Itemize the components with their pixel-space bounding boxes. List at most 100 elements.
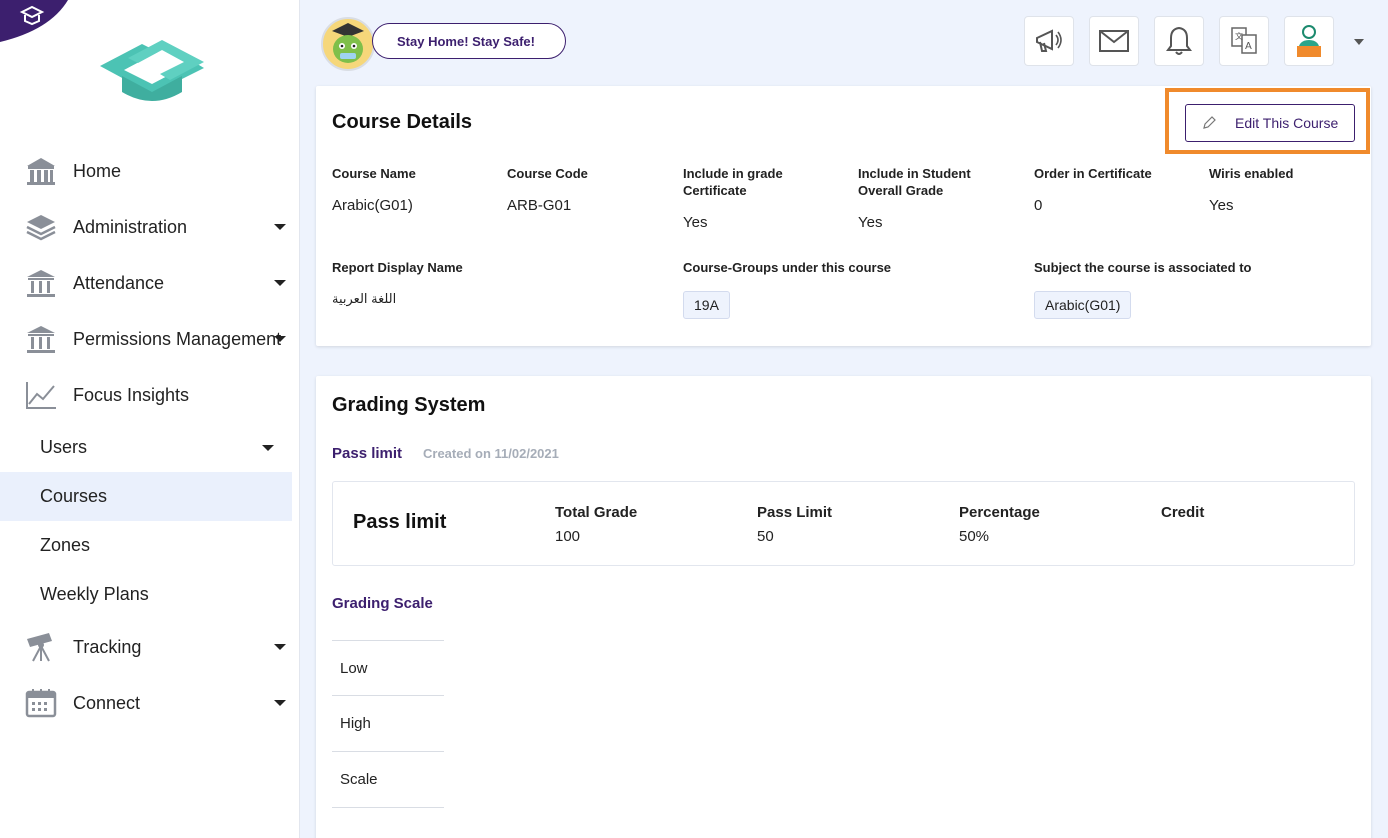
scale-row-low: Low: [332, 640, 444, 696]
caret-down-icon[interactable]: [274, 280, 286, 286]
chart-line-icon: [24, 378, 58, 412]
profile-button[interactable]: [1284, 16, 1334, 66]
scale-label: Low: [340, 660, 368, 677]
course-details-card: Course Details Edit This Course Course N…: [316, 86, 1371, 346]
course-code-label: Course Code: [507, 166, 588, 181]
translate-icon: A文: [1231, 27, 1257, 54]
nav-administration[interactable]: Administration: [0, 199, 292, 255]
nav-weekly-plans[interactable]: Weekly Plans: [0, 570, 292, 619]
percentage-value: 50%: [959, 528, 990, 545]
bank-icon: [24, 154, 58, 188]
nav-label: Permissions Management: [73, 328, 282, 349]
pencil-icon: [1203, 116, 1216, 129]
nav-label: Administration: [73, 216, 188, 237]
pass-limit-heading: Pass limit: [353, 511, 447, 533]
announcements-button[interactable]: [1024, 16, 1074, 66]
caret-down-icon[interactable]: [262, 445, 274, 451]
nav-focus-insights[interactable]: Focus Insights: [0, 367, 292, 423]
grading-system-title: Grading System: [332, 394, 486, 416]
calendar-icon: [24, 686, 58, 720]
course-name-label: Course Name: [332, 166, 416, 181]
pass-limit-label: Pass Limit: [757, 504, 833, 521]
profile-caret-icon[interactable]: [1354, 39, 1364, 45]
caret-down-icon[interactable]: [274, 336, 286, 342]
scale-label: Scale: [340, 771, 378, 788]
svg-text:A: A: [1245, 41, 1252, 52]
stay-safe-banner: Stay Home! Stay Safe!: [372, 23, 566, 59]
pass-limit-link[interactable]: Pass limit: [332, 445, 402, 462]
nav-zones[interactable]: Zones: [0, 521, 292, 570]
app-logo: [100, 40, 204, 101]
megaphone-icon: [1036, 29, 1062, 52]
course-details-title: Course Details: [332, 111, 473, 133]
edit-highlight: Edit This Course: [1165, 88, 1370, 154]
nav-label: Connect: [73, 692, 141, 713]
include-overall-label: Include in Student Overall Grade: [858, 166, 971, 198]
mascot-avatar: [321, 17, 375, 71]
course-name-value: Arabic(G01): [332, 197, 413, 214]
wiris-value: Yes: [1209, 197, 1234, 214]
language-button[interactable]: A文: [1219, 16, 1269, 66]
nav-label: Courses: [40, 486, 108, 506]
layers-icon: [24, 210, 58, 244]
subject-label: Subject the course is associated to: [1034, 260, 1252, 275]
grading-system-card: Grading System Pass limit Created on 11/…: [316, 376, 1371, 838]
corner-logo-icon[interactable]: [0, 0, 68, 42]
nav-label: Zones: [40, 535, 91, 555]
grading-scale-title: Grading Scale: [332, 595, 433, 612]
main-nav: Home Administration Attendance Permissio…: [0, 143, 292, 731]
building-icon: [24, 322, 58, 356]
nav-attendance[interactable]: Attendance: [0, 255, 292, 311]
nav-home[interactable]: Home: [0, 143, 292, 199]
scale-row-scale: Scale: [332, 751, 444, 807]
caret-down-icon[interactable]: [274, 644, 286, 650]
nav-label: Tracking: [73, 636, 142, 657]
created-date: Created on 11/02/2021: [423, 446, 559, 461]
include-overall-value: Yes: [858, 214, 883, 231]
order-cert-label: Order in Certificate: [1034, 166, 1152, 181]
notifications-button[interactable]: [1154, 16, 1204, 66]
mail-icon: [1099, 30, 1129, 52]
report-name-label: Report Display Name: [332, 260, 463, 275]
edit-course-button[interactable]: Edit This Course: [1185, 104, 1355, 142]
sidebar: Home Administration Attendance Permissio…: [0, 0, 300, 838]
nav-tracking[interactable]: Tracking: [0, 619, 292, 675]
building-icon: [24, 266, 58, 300]
caret-down-icon[interactable]: [274, 224, 286, 230]
nav-label: Weekly Plans: [40, 584, 149, 604]
edit-course-label: Edit This Course: [1235, 115, 1339, 131]
nav-label: Attendance: [73, 272, 165, 293]
nav-courses[interactable]: Courses: [0, 472, 292, 521]
course-code-value: ARB-G01: [507, 197, 572, 214]
include-grade-cert-label: Include in grade Certificate: [683, 166, 783, 198]
caret-down-icon[interactable]: [274, 700, 286, 706]
credit-label: Credit: [1161, 504, 1205, 521]
course-groups-label: Course-Groups under this course: [683, 260, 892, 275]
pass-limit-value: 50: [757, 528, 774, 545]
percentage-label: Percentage: [959, 504, 1040, 521]
bell-icon: [1166, 26, 1192, 55]
wiris-label: Wiris enabled: [1209, 166, 1294, 181]
report-name-value: اللغة العربية: [332, 291, 397, 306]
telescope-icon: [24, 630, 58, 664]
nav-connect[interactable]: Connect: [0, 675, 292, 731]
scale-label: High: [340, 715, 371, 732]
nav-users[interactable]: Users: [0, 423, 292, 472]
nav-permissions[interactable]: Permissions Management: [0, 311, 292, 367]
subject-tag[interactable]: Arabic(G01): [1034, 291, 1132, 319]
nav-label: Users: [40, 437, 88, 457]
svg-text:文: 文: [1235, 31, 1243, 41]
nav-label: Home: [73, 160, 122, 181]
scale-row-high: High: [332, 695, 444, 751]
messages-button[interactable]: [1089, 16, 1139, 66]
scale-divider: [332, 807, 444, 808]
course-group-tag[interactable]: 19A: [683, 291, 730, 319]
include-grade-cert-value: Yes: [683, 214, 708, 231]
user-avatar-icon: [1297, 25, 1321, 57]
banner-text: Stay Home! Stay Safe!: [397, 33, 535, 49]
total-grade-value: 100: [555, 528, 581, 545]
total-grade-label: Total Grade: [555, 504, 638, 521]
nav-label: Focus Insights: [73, 384, 190, 405]
pass-limit-box: Pass limit Total Grade 100 Pass Limit 50…: [332, 481, 1355, 566]
order-cert-value: 0: [1034, 197, 1043, 214]
